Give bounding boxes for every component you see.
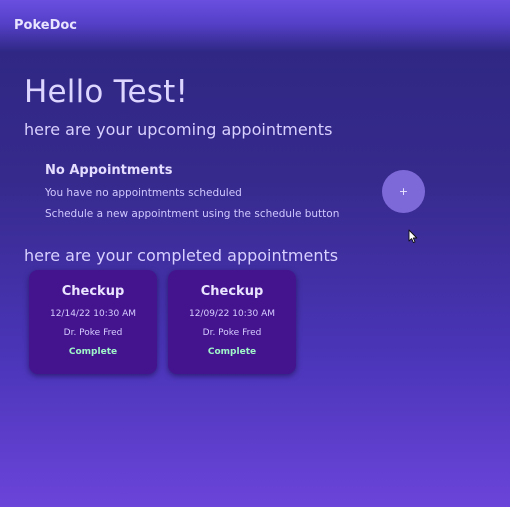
appointment-type: Checkup [200,284,264,299]
appointment-datetime: 12/09/22 10:30 AM [188,309,275,319]
appointment-type: Checkup [61,284,125,299]
upcoming-appointments-heading: here are your upcoming appointments [24,120,333,139]
appointment-status-badge: Complete [68,347,118,357]
completed-appointments-heading: here are your completed appointments [24,246,339,265]
no-appointments-title: No Appointments [45,163,173,178]
appointment-doctor: Dr. Poke Fred [63,328,123,338]
appointment-status-badge: Complete [207,347,257,357]
greeting-title: Hello Test! [24,74,189,110]
plus-icon: + [398,185,409,198]
top-bar: PokeDoc [0,0,510,52]
appointment-doctor: Dr. Poke Fred [202,328,262,338]
completed-appointment-card[interactable]: Checkup 12/14/22 10:30 AM Dr. Poke Fred … [29,270,157,374]
completed-appointment-card[interactable]: Checkup 12/09/22 10:30 AM Dr. Poke Fred … [168,270,296,374]
app-brand[interactable]: PokeDoc [14,18,77,33]
appointment-datetime: 12/14/22 10:30 AM [49,309,136,319]
no-appointments-message: You have no appointments scheduled [45,187,242,199]
schedule-appointment-button[interactable]: + [382,170,425,213]
mouse-cursor-icon [408,229,418,244]
schedule-hint-message: Schedule a new appointment using the sch… [45,208,340,220]
